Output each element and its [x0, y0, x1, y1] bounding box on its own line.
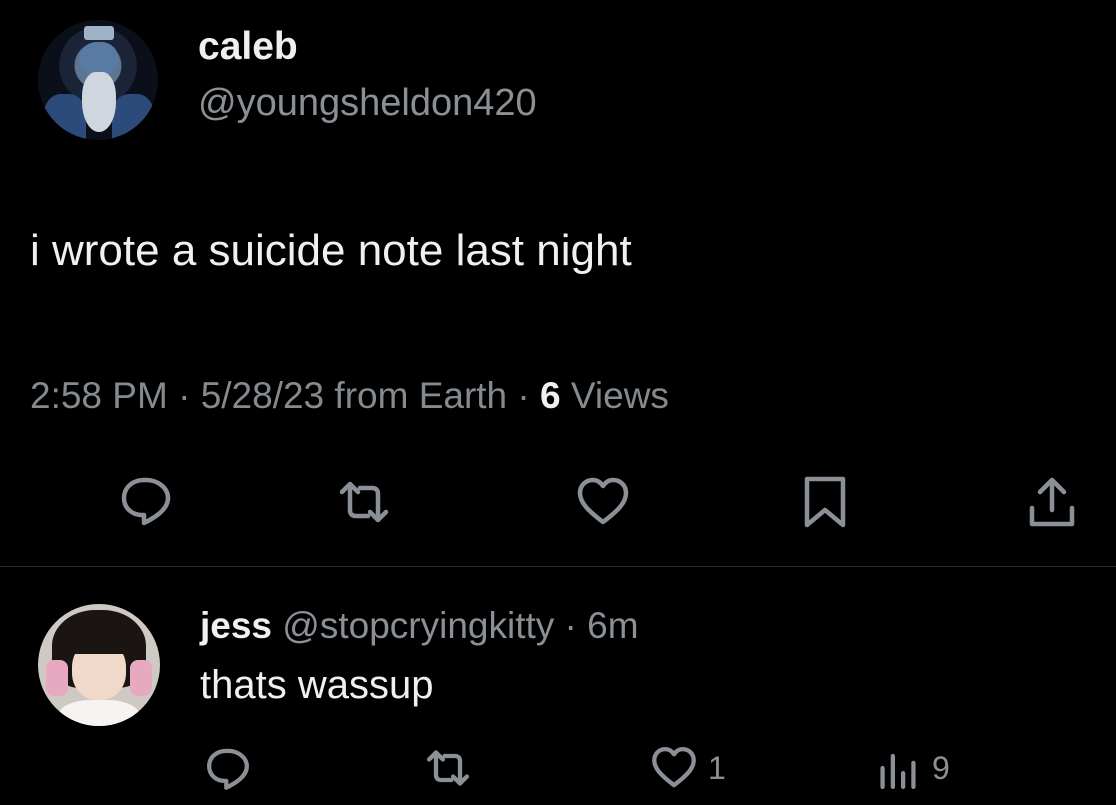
views-icon [880, 753, 916, 789]
tweet-time[interactable]: 2:58 PM [30, 375, 168, 416]
author-handle[interactable]: @youngsheldon420 [198, 82, 537, 125]
share-button[interactable] [1024, 474, 1080, 530]
bookmark-button[interactable] [797, 474, 853, 530]
tweet-date[interactable]: 5/28/23 [201, 375, 324, 416]
avatar-headphone [46, 660, 68, 696]
tweet-source: from Earth [324, 375, 508, 416]
author-name[interactable]: caleb [198, 25, 298, 69]
meta-separator: · [167, 375, 201, 416]
retweet-icon [427, 750, 469, 786]
views-count[interactable]: 6 [540, 375, 561, 416]
like-icon [652, 747, 696, 788]
avatar-bangs [68, 632, 130, 654]
reply-age[interactable]: 6m [587, 605, 638, 646]
avatar-shoulder [44, 94, 86, 140]
reply-retweet-button[interactable] [424, 744, 472, 792]
author-avatar[interactable] [38, 20, 158, 140]
avatar-shoulder [112, 94, 154, 140]
avatar-shirt [58, 700, 140, 726]
retweet-button[interactable] [336, 474, 392, 530]
avatar-crown [84, 26, 114, 40]
reply-header: jess @stopcryingkitty · 6m [200, 605, 639, 647]
like-icon [577, 477, 629, 525]
divider [0, 566, 1116, 567]
share-icon [1029, 477, 1075, 527]
reply-author-avatar[interactable] [38, 604, 160, 726]
avatar-headphone [130, 660, 152, 696]
reply-author-handle[interactable]: @stopcryingkitty [272, 605, 554, 646]
like-button[interactable] [575, 474, 631, 530]
bookmark-icon [804, 476, 846, 528]
reply-separator: · [554, 605, 588, 646]
reply-button[interactable] [118, 472, 174, 528]
reply-like-button[interactable]: 1 [650, 744, 726, 792]
reply-icon [207, 748, 249, 790]
reply-author-name[interactable]: jess [200, 605, 272, 646]
reply-icon [121, 477, 171, 526]
reply-reply-button[interactable] [204, 744, 252, 792]
reply-views-button[interactable]: 9 [874, 744, 950, 792]
reply-like-count: 1 [708, 749, 726, 786]
tweet-meta: 2:58 PM · 5/28/23 from Earth · 6 Views [30, 375, 669, 417]
reply-views-count: 9 [932, 749, 950, 786]
tweet-text: i wrote a suicide note last night [30, 226, 632, 275]
views-label[interactable]: Views [561, 375, 669, 416]
meta-separator: · [507, 375, 541, 416]
avatar-face [80, 42, 118, 76]
reply-text: thats wassup [200, 663, 434, 707]
retweet-icon [339, 481, 389, 523]
avatar-beard [82, 72, 116, 132]
